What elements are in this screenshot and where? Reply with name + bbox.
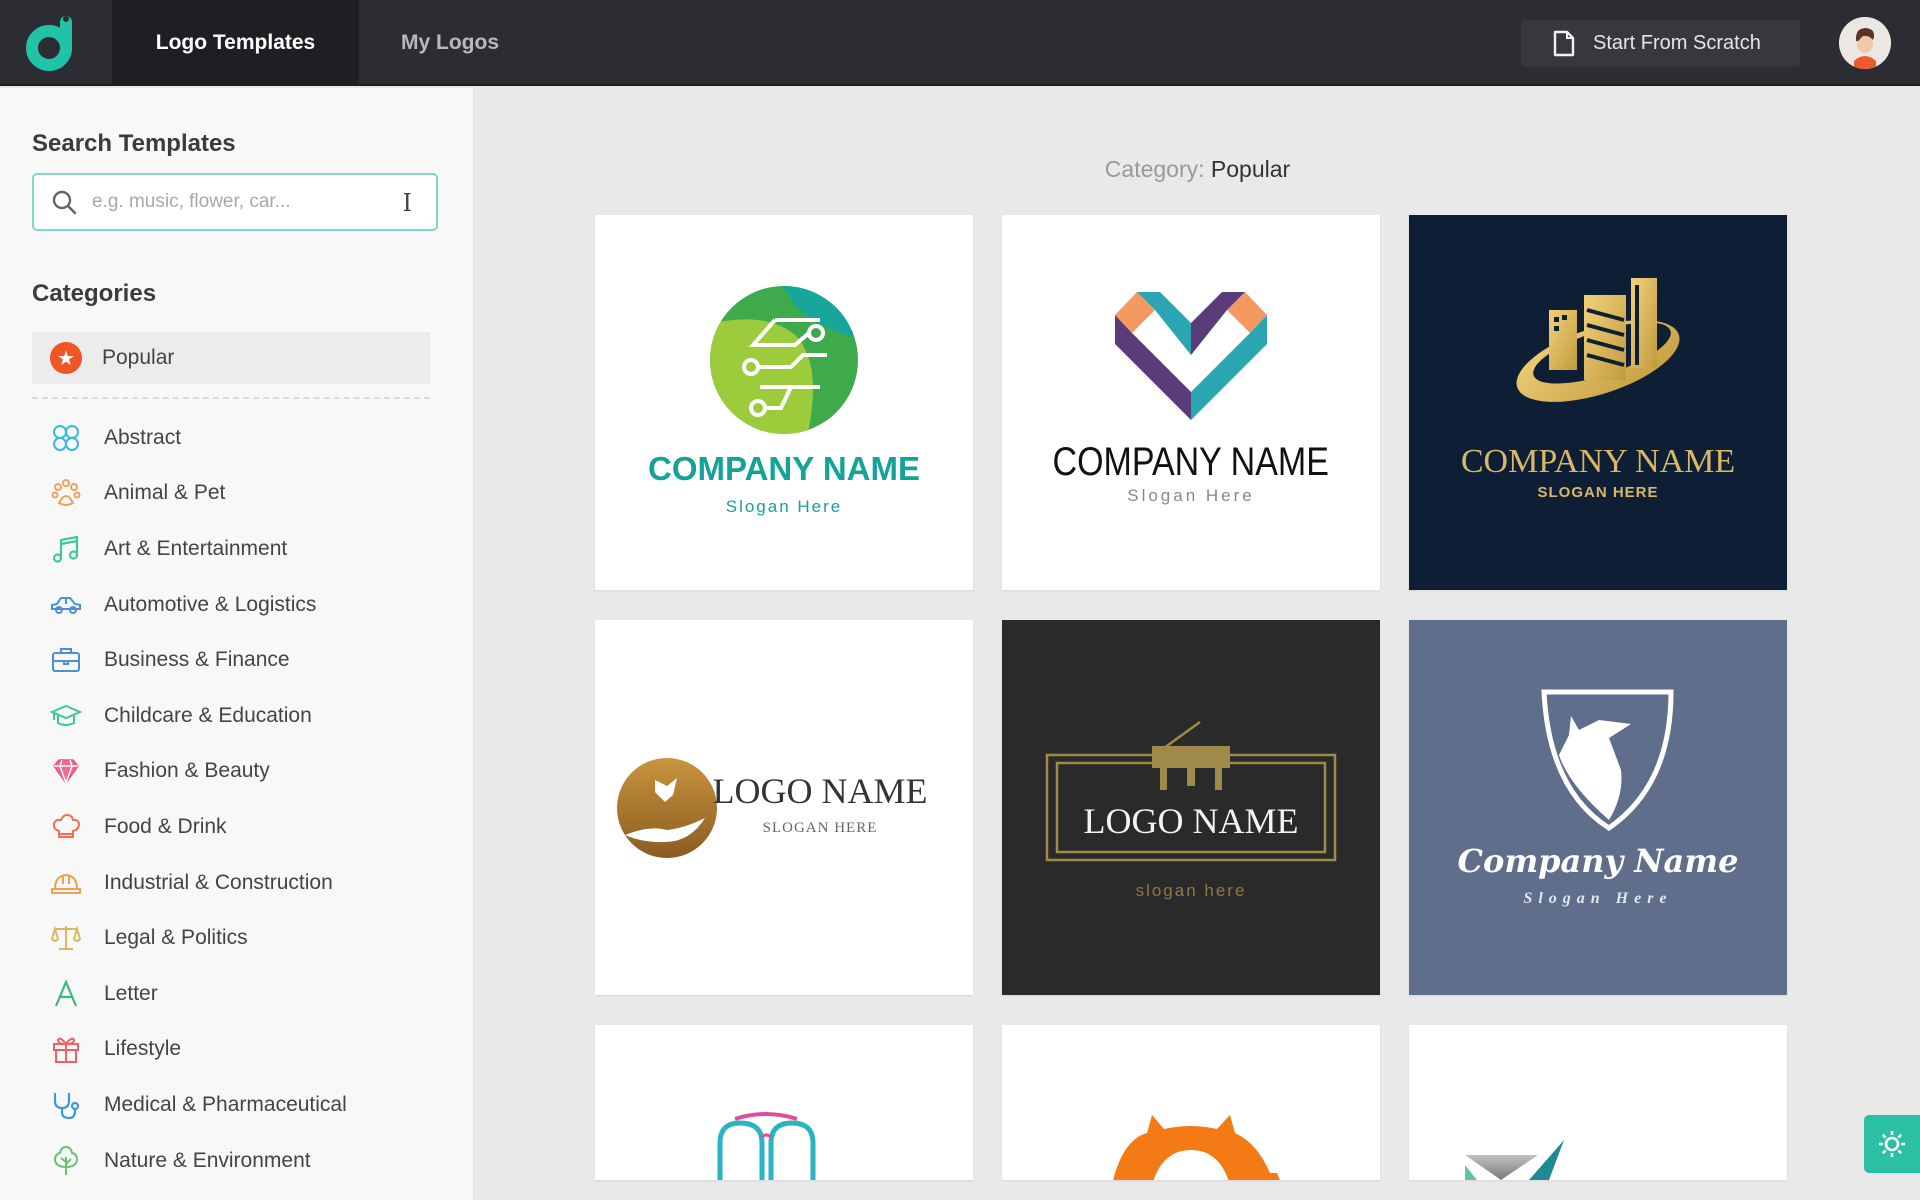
category-label: Fashion & Beauty <box>104 759 270 783</box>
category-label: Automotive & Logistics <box>104 592 317 616</box>
template-slogan: slogan here <box>1136 881 1247 900</box>
hard-hat-icon <box>48 867 84 899</box>
template-slogan: SLOGAN HERE <box>763 820 878 836</box>
category-label: Lifestyle <box>104 1037 182 1061</box>
template-slogan: Slogan Here <box>1523 890 1672 907</box>
user-avatar[interactable] <box>1839 17 1891 69</box>
category-label: Food & Drink <box>104 814 227 838</box>
stethoscope-icon <box>48 1089 84 1121</box>
template-card-wolf-shield[interactable]: Company Name Slogan Here <box>1409 620 1787 995</box>
category-label: Industrial & Construction <box>104 870 333 894</box>
wolf-shield-logo-icon: Company Name Slogan Here <box>1409 620 1787 995</box>
start-from-scratch-button[interactable]: Start From Scratch <box>1521 20 1800 67</box>
template-slogan: Slogan Here <box>1127 486 1255 505</box>
tab-logo-templates[interactable]: Logo Templates <box>112 0 359 86</box>
template-card-piano[interactable]: LOGO NAME slogan here <box>1002 620 1380 995</box>
tree-icon <box>48 1145 84 1177</box>
category-name: Popular <box>1210 156 1291 182</box>
search-input[interactable] <box>92 191 392 213</box>
category-label: Nature & Environment <box>104 1148 311 1172</box>
glasses-logo-icon <box>595 1025 973 1180</box>
template-name: COMPANY NAME <box>648 450 920 487</box>
template-name: LOGO NAME <box>1084 801 1299 841</box>
settings-button[interactable] <box>1864 1115 1920 1173</box>
graduation-cap-icon <box>48 700 84 732</box>
abstract-icon <box>48 422 84 454</box>
category-abstract[interactable]: Abstract <box>32 410 430 466</box>
template-card-dove-hand[interactable]: LOGO NAME SLOGAN HERE <box>595 620 973 995</box>
template-slogan: Slogan Here <box>726 497 843 516</box>
briefcase-icon <box>48 644 84 676</box>
category-heading: Category: Popular <box>475 156 1920 183</box>
category-label: Medical & Pharmaceutical <box>104 1092 347 1116</box>
dove-hand-logo-icon: LOGO NAME SLOGAN HERE <box>595 620 973 995</box>
category-industrial-construction[interactable]: Industrial & Construction <box>32 855 430 911</box>
category-lifestyle[interactable]: Lifestyle <box>32 1022 430 1078</box>
category-popular[interactable]: ★ Popular <box>32 332 430 384</box>
piano-logo-icon: LOGO NAME slogan here <box>1002 620 1380 995</box>
template-name: COMPANY NAME <box>1053 438 1329 483</box>
template-card-geometric[interactable] <box>1409 1025 1787 1180</box>
template-card-tech-circle[interactable]: COMPANY NAME Slogan Here <box>595 215 973 590</box>
search-box[interactable]: I <box>32 173 438 231</box>
heart-logo-icon: COMPANY NAME Slogan Here <box>1002 215 1380 590</box>
category-label: Letter <box>104 981 158 1005</box>
category-label: Animal & Pet <box>104 481 226 505</box>
category-divider <box>32 397 430 399</box>
category-label: Legal & Politics <box>104 926 248 950</box>
top-nav-bar: Logo Templates My Logos Start From Scrat… <box>0 0 1920 86</box>
tab-my-logos[interactable]: My Logos <box>380 0 520 86</box>
template-card-heart[interactable]: COMPANY NAME Slogan Here <box>1002 215 1380 590</box>
gear-icon <box>1879 1131 1905 1157</box>
category-label: Art & Entertainment <box>104 536 288 560</box>
category-childcare-education[interactable]: Childcare & Education <box>32 688 430 744</box>
template-card-glasses[interactable] <box>595 1025 973 1180</box>
buildings-logo-icon: COMPANY NAME SLOGAN HERE <box>1409 215 1787 590</box>
search-templates-heading: Search Templates <box>32 130 236 157</box>
diamond-icon <box>48 755 84 787</box>
category-art-entertainment[interactable]: Art & Entertainment <box>32 521 430 577</box>
category-nature-environment[interactable]: Nature & Environment <box>32 1133 430 1189</box>
paw-icon <box>48 477 84 509</box>
template-name: LOGO NAME <box>713 771 928 811</box>
template-name: Company Name <box>1458 842 1739 880</box>
search-icon <box>52 190 77 215</box>
sidebar: Search Templates I Categories ★ Popular … <box>0 88 474 1200</box>
category-letter[interactable]: Letter <box>32 966 430 1022</box>
tech-circle-logo-icon: COMPANY NAME Slogan Here <box>595 215 973 590</box>
category-prefix: Category: <box>1104 156 1205 182</box>
category-medical-pharmaceutical[interactable]: Medical & Pharmaceutical <box>32 1077 430 1133</box>
template-slogan: SLOGAN HERE <box>1537 484 1658 501</box>
category-automotive-logistics[interactable]: Automotive & Logistics <box>32 577 430 633</box>
avatar-icon <box>1839 17 1891 69</box>
category-animal-pet[interactable]: Animal & Pet <box>32 466 430 522</box>
template-gallery: Category: Popular COMPANY NAME Slogan He… <box>475 88 1920 1200</box>
text-cursor-icon: I <box>402 189 412 217</box>
category-label: Abstract <box>104 425 182 449</box>
category-fashion-beauty[interactable]: Fashion & Beauty <box>32 744 430 800</box>
category-business-finance[interactable]: Business & Finance <box>32 632 430 688</box>
document-icon <box>1553 30 1575 57</box>
car-icon <box>48 589 84 621</box>
chef-hat-icon <box>48 811 84 843</box>
scales-icon <box>48 922 84 954</box>
category-label: Business & Finance <box>104 648 290 672</box>
category-legal-politics[interactable]: Legal & Politics <box>32 910 430 966</box>
geometric-logo-icon <box>1409 1025 1787 1180</box>
gear-logo-icon <box>1002 1025 1380 1180</box>
categories-heading: Categories <box>32 280 157 307</box>
star-icon: ★ <box>50 342 82 374</box>
category-label: Childcare & Education <box>104 703 312 727</box>
start-from-scratch-label: Start From Scratch <box>1593 32 1761 54</box>
gift-icon <box>48 1033 84 1065</box>
category-label: Popular <box>102 346 175 369</box>
app-logo-icon[interactable] <box>22 12 84 74</box>
category-food-drink[interactable]: Food & Drink <box>32 799 430 855</box>
template-card-gear[interactable] <box>1002 1025 1380 1180</box>
music-note-icon <box>48 533 84 565</box>
category-list: Abstract Animal & Pet Art & Entertainmen… <box>32 410 430 1188</box>
template-name: COMPANY NAME <box>1461 443 1735 480</box>
template-card-buildings[interactable]: COMPANY NAME SLOGAN HERE <box>1409 215 1787 590</box>
letter-a-icon <box>48 978 84 1010</box>
